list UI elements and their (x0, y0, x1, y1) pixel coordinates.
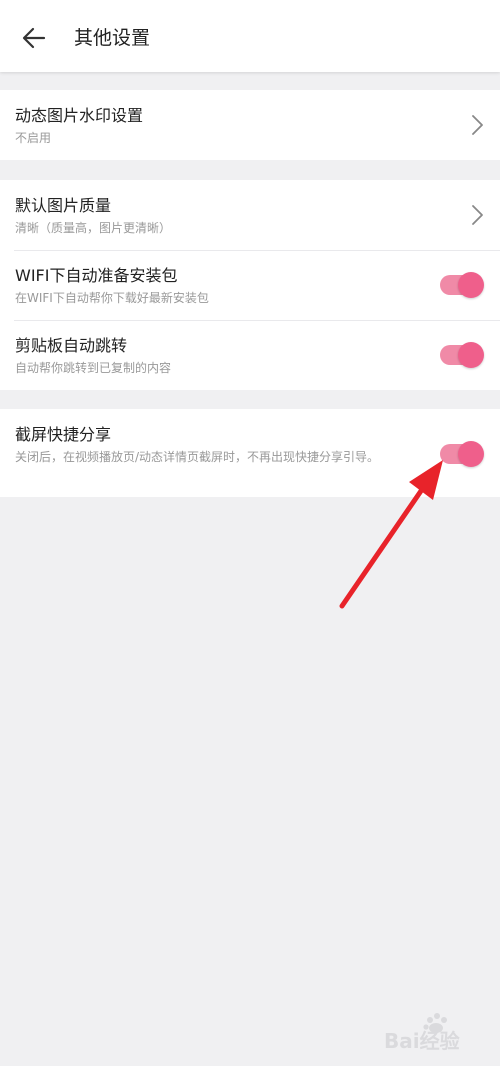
setting-row-wifi-auto-download: WIFI下自动准备安装包 在WIFI下自动帮你下载好最新安装包 (0, 250, 500, 320)
screenshot-share-toggle[interactable] (440, 441, 484, 467)
settings-group-general: 默认图片质量 清晰（质量高，图片更清晰） WIFI下自动准备安装包 在WIFI下… (0, 180, 500, 390)
setting-subtitle: 清晰（质量高，图片更清晰） (15, 221, 172, 235)
setting-row-clipboard-auto-jump: 剪贴板自动跳转 自动帮你跳转到已复制的内容 (0, 320, 500, 390)
page-title: 其他设置 (74, 27, 151, 49)
arrow-left-icon (22, 27, 46, 49)
clipboard-auto-jump-toggle[interactable] (440, 342, 484, 368)
back-button[interactable] (14, 20, 54, 56)
toggle-knob (458, 272, 484, 298)
wifi-auto-download-toggle[interactable] (440, 272, 484, 298)
settings-group-screenshot: 截屏快捷分享 关闭后，在视频播放页/动态详情页截屏时，不再出现快捷分享引导。 (0, 409, 500, 497)
setting-subtitle: 在WIFI下自动帮你下载好最新安装包 (15, 291, 209, 305)
setting-title: 剪贴板自动跳转 (15, 336, 128, 355)
setting-title: 动态图片水印设置 (15, 106, 144, 125)
chevron-right-icon (472, 205, 483, 225)
setting-subtitle: 关闭后，在视频播放页/动态详情页截屏时，不再出现快捷分享引导。 (15, 450, 380, 464)
setting-row-screenshot-share: 截屏快捷分享 关闭后，在视频播放页/动态详情页截屏时，不再出现快捷分享引导。 (0, 409, 500, 497)
setting-title: 默认图片质量 (15, 196, 112, 215)
setting-subtitle: 不启用 (15, 131, 52, 145)
settings-group-watermark: 动态图片水印设置 不启用 (0, 90, 500, 160)
setting-row-default-image-quality[interactable]: 默认图片质量 清晰（质量高，图片更清晰） (0, 180, 500, 250)
watermark-text: Bai经验 (384, 1029, 460, 1053)
paw-logo-icon: Bai经验 (384, 1013, 460, 1053)
baidu-jingyan-watermark: Bai经验 (380, 1010, 490, 1056)
toggle-knob (458, 342, 484, 368)
setting-row-dynamic-image-watermark[interactable]: 动态图片水印设置 不启用 (0, 90, 500, 160)
setting-title: 截屏快捷分享 (15, 425, 112, 444)
app-header: 其他设置 (0, 0, 500, 72)
setting-subtitle: 自动帮你跳转到已复制的内容 (15, 361, 172, 375)
setting-title: WIFI下自动准备安装包 (15, 266, 178, 285)
chevron-right-icon (472, 115, 483, 135)
toggle-knob (458, 441, 484, 467)
